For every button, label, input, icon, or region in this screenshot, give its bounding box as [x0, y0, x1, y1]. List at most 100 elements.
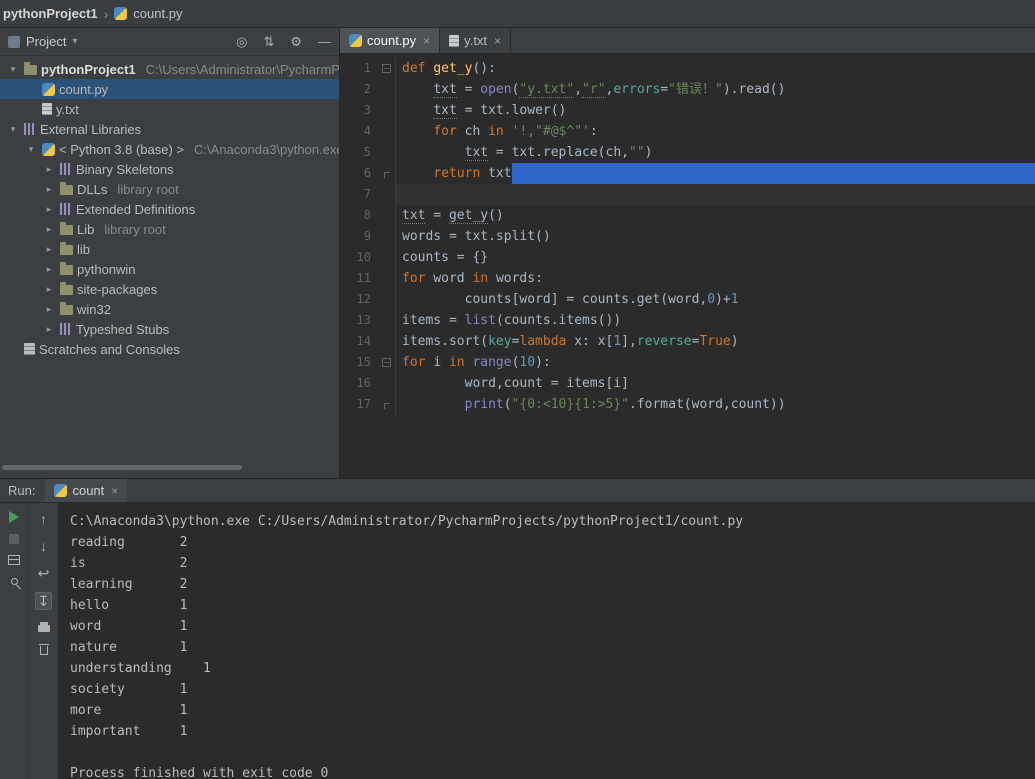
breadcrumb-project[interactable]: pythonProject1 — [3, 6, 98, 21]
editor-line[interactable]: 4 for ch in '!,"#@$^"': — [340, 121, 1035, 142]
chevron-collapsed-icon[interactable]: ▸ — [42, 304, 56, 315]
pin-tab-icon[interactable] — [10, 578, 18, 585]
stop-icon[interactable] — [9, 534, 19, 544]
editor-line[interactable]: 17 print("{0:<10}{1:>5}".format(word,cou… — [340, 394, 1035, 415]
editor-line[interactable]: 11 for word in words: — [340, 268, 1035, 289]
fold-marker[interactable] — [378, 352, 396, 373]
editor-line[interactable]: 1 def get_y(): — [340, 58, 1035, 79]
tree-item[interactable]: ▾ External Libraries — [0, 119, 339, 139]
code-editor[interactable]: 1 def get_y(): 2 txt = open("y.txt","r",er… — [340, 54, 1035, 478]
tree-item[interactable]: ▸ lib — [0, 239, 339, 259]
line-number[interactable]: 11 — [340, 268, 378, 289]
code-line-content[interactable]: items = list(counts.items()) — [396, 310, 1035, 331]
chevron-collapsed-icon[interactable]: ▸ — [42, 324, 56, 335]
line-number[interactable]: 2 — [340, 79, 378, 100]
line-number[interactable]: 16 — [340, 373, 378, 394]
line-number[interactable]: 12 — [340, 289, 378, 310]
chevron-expanded-icon[interactable]: ▾ — [24, 144, 38, 155]
chevron-collapsed-icon[interactable]: ▸ — [42, 224, 56, 235]
down-stack-trace-icon[interactable]: ↓ — [40, 538, 47, 554]
fold-end-icon[interactable] — [383, 172, 390, 178]
line-number[interactable]: 15 — [340, 352, 378, 373]
chevron-collapsed-icon[interactable]: ▸ — [42, 164, 56, 175]
chevron-expanded-icon[interactable]: ▾ — [6, 124, 20, 135]
tree-item[interactable]: y.txt — [0, 99, 339, 119]
line-number[interactable]: 8 — [340, 205, 378, 226]
soft-wrap-icon[interactable]: ↩ — [38, 565, 50, 581]
chevron-collapsed-icon[interactable]: ▸ — [42, 184, 56, 195]
gear-icon[interactable]: ⚙ — [290, 34, 302, 50]
code-line-content[interactable]: words = txt.split() — [396, 226, 1035, 247]
tree-item[interactable]: ▸ Extended Definitions — [0, 199, 339, 219]
horizontal-scrollbar[interactable] — [2, 465, 242, 470]
code-line-content[interactable]: txt = txt.lower() — [396, 100, 1035, 121]
dropdown-arrow-icon[interactable]: ▾ — [72, 36, 77, 47]
rerun-icon[interactable] — [9, 511, 19, 523]
chevron-expanded-icon[interactable]: ▾ — [6, 64, 20, 75]
editor-tab-count.py[interactable]: count.py × — [340, 28, 441, 53]
editor-line[interactable]: 7 — [340, 184, 1035, 205]
tree-item[interactable]: ▸ win32 — [0, 299, 339, 319]
tree-item[interactable]: Scratches and Consoles — [0, 339, 339, 359]
chevron-collapsed-icon[interactable]: ▸ — [42, 204, 56, 215]
fold-marker[interactable] — [378, 394, 396, 415]
scroll-to-end-icon[interactable]: ↧ — [34, 592, 53, 610]
code-line-content[interactable]: return txt — [396, 163, 1035, 184]
breadcrumb-file[interactable]: count.py — [133, 6, 182, 21]
line-number[interactable]: 14 — [340, 331, 378, 352]
tree-item[interactable]: ▾ pythonProject1 C:\Users\Administrator\Py… — [0, 59, 339, 79]
tree-item[interactable]: count.py — [0, 79, 339, 99]
tree-item[interactable]: ▸ DLLs library root — [0, 179, 339, 199]
tree-item[interactable]: ▸ Typeshed Stubs — [0, 319, 339, 339]
up-stack-trace-icon[interactable]: ↑ — [40, 511, 47, 527]
line-number[interactable]: 4 — [340, 121, 378, 142]
line-number[interactable]: 10 — [340, 247, 378, 268]
code-line-content[interactable]: for i in range(10): — [396, 352, 1035, 373]
line-number[interactable]: 6 — [340, 163, 378, 184]
tree-item[interactable]: ▸ Lib library root — [0, 219, 339, 239]
chevron-collapsed-icon[interactable]: ▸ — [42, 264, 56, 275]
close-icon[interactable]: × — [423, 34, 430, 48]
code-line-content[interactable]: def get_y(): — [396, 58, 1035, 79]
chevron-collapsed-icon[interactable]: ▸ — [42, 284, 56, 295]
line-number[interactable]: 9 — [340, 226, 378, 247]
tree-item[interactable]: ▸ pythonwin — [0, 259, 339, 279]
code-line-content[interactable]: items.sort(key=lambda x: x[1],reverse=Tr… — [396, 331, 1035, 352]
line-number[interactable]: 7 — [340, 184, 378, 205]
line-number[interactable]: 1 — [340, 58, 378, 79]
fold-marker[interactable] — [378, 58, 396, 79]
run-console[interactable]: C:\Anaconda3\python.exe C:/Users/Adminis… — [58, 503, 1035, 779]
editor-line[interactable]: 12 counts[word] = counts.get(word,0)+1 — [340, 289, 1035, 310]
code-line-content[interactable] — [396, 184, 1035, 205]
close-icon[interactable]: × — [111, 484, 118, 498]
clear-console-icon[interactable] — [38, 644, 49, 655]
editor-line[interactable]: 10 counts = {} — [340, 247, 1035, 268]
fold-start-icon[interactable] — [382, 358, 391, 367]
editor-line[interactable]: 14 items.sort(key=lambda x: x[1],reverse=… — [340, 331, 1035, 352]
editor-line[interactable]: 13 items = list(counts.items()) — [340, 310, 1035, 331]
editor-line[interactable]: 16 word,count = items[i] — [340, 373, 1035, 394]
code-line-content[interactable]: word,count = items[i] — [396, 373, 1035, 394]
code-line-content[interactable]: txt = open("y.txt","r",errors="错误！").rea… — [396, 79, 1035, 100]
fold-start-icon[interactable] — [382, 64, 391, 73]
chevron-collapsed-icon[interactable]: ▸ — [42, 244, 56, 255]
collapse-all-icon[interactable]: ⇅ — [263, 34, 274, 50]
code-line-content[interactable]: txt = txt.replace(ch,"") — [396, 142, 1035, 163]
editor-line[interactable]: 6 return txt — [340, 163, 1035, 184]
hide-panel-icon[interactable]: — — [318, 34, 331, 49]
code-line-content[interactable]: counts = {} — [396, 247, 1035, 268]
editor-line[interactable]: 3 txt = txt.lower() — [340, 100, 1035, 121]
line-number[interactable]: 17 — [340, 394, 378, 415]
tree-item[interactable]: ▸ Binary Skeletons — [0, 159, 339, 179]
editor-line[interactable]: 2 txt = open("y.txt","r",errors="错误！").r… — [340, 79, 1035, 100]
code-line-content[interactable]: print("{0:<10}{1:>5}".format(word,count)… — [396, 394, 1035, 415]
editor-line[interactable]: 9 words = txt.split() — [340, 226, 1035, 247]
locate-icon[interactable]: ◎ — [236, 34, 247, 50]
editor-line[interactable]: 8 txt = get_y() — [340, 205, 1035, 226]
code-line-content[interactable]: for ch in '!,"#@$^"': — [396, 121, 1035, 142]
restore-layout-icon[interactable] — [8, 555, 20, 565]
code-line-content[interactable]: for word in words: — [396, 268, 1035, 289]
close-icon[interactable]: × — [494, 34, 501, 48]
code-line-content[interactable]: txt = get_y() — [396, 205, 1035, 226]
editor-line[interactable]: 15 for i in range(10): — [340, 352, 1035, 373]
